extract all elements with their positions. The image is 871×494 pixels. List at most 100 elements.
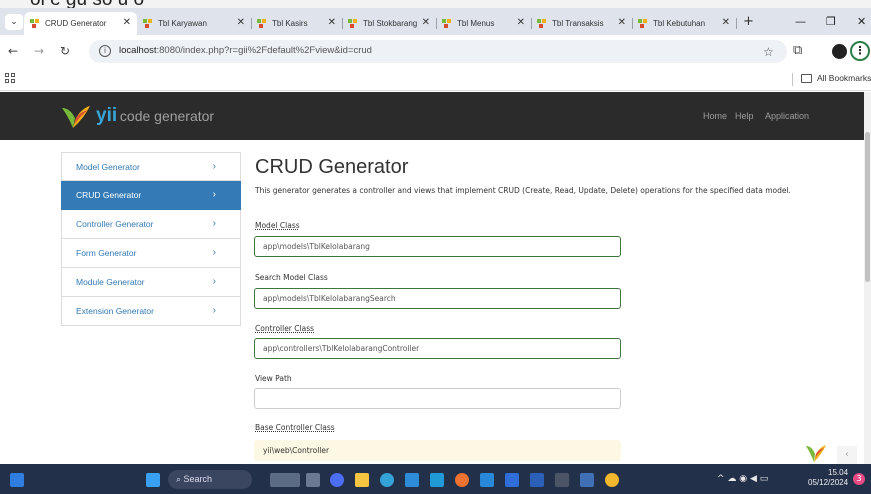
extensions-icon[interactable]: ⧉ (793, 43, 802, 58)
edge-icon[interactable] (380, 473, 394, 487)
nav-application[interactable]: Application (765, 111, 809, 121)
search-model-class-label: Search Model Class (255, 273, 328, 282)
store-icon[interactable] (405, 473, 419, 487)
yii-favicon-icon (442, 18, 452, 29)
tab-label: Tbl Menus (457, 19, 495, 28)
tab-label: Tbl Karyawan (158, 19, 207, 28)
forward-arrow-icon[interactable]: → (34, 45, 44, 57)
meet-icon[interactable] (330, 473, 344, 487)
notes-icon[interactable] (505, 473, 519, 487)
sidebar-item-crud-generator[interactable]: CRUD Generator › (61, 181, 241, 210)
minimize-button[interactable]: — (795, 14, 806, 30)
tab-separator (736, 18, 737, 29)
tab-tbl-kebutuhan[interactable]: Tbl Kebutuhan ✕ (632, 12, 737, 35)
vscode-icon[interactable] (580, 473, 594, 487)
file-explorer-icon[interactable] (355, 473, 369, 487)
close-window-button[interactable]: ✕ (857, 14, 866, 30)
restore-button[interactable]: ❐ (826, 14, 836, 30)
collapse-toolbar-icon[interactable]: ‹ (837, 446, 857, 464)
close-tab-icon[interactable]: ✕ (422, 17, 430, 28)
folder-icon[interactable] (801, 74, 812, 83)
chevron-right-icon: › (212, 218, 216, 229)
all-bookmarks-link[interactable]: All Bookmarks (817, 73, 871, 83)
tab-label: Tbl Transaksis (552, 19, 604, 28)
base-controller-class-input[interactable]: yii\web\Controller (254, 440, 621, 461)
tab-label: Tbl Kebutuhan (653, 19, 706, 28)
task-view-icon[interactable] (306, 473, 320, 487)
chevron-right-icon: › (212, 247, 216, 258)
close-tab-icon[interactable]: ✕ (123, 17, 131, 28)
close-tab-icon[interactable]: ✕ (237, 17, 245, 28)
tab-label: Tbl Kasirs (272, 19, 308, 28)
tab-label: CRUD Generator (45, 19, 107, 28)
page-viewport: yii code generator Home Help Application… (0, 92, 864, 464)
notification-badge[interactable]: 3 (853, 473, 865, 485)
view-path-input[interactable] (254, 388, 621, 409)
brand-title[interactable]: yii code generator (96, 105, 214, 127)
sidebar-item-controller-generator[interactable]: Controller Generator › (61, 210, 241, 239)
terminal-icon[interactable] (555, 473, 569, 487)
tab-search-chevron-icon[interactable]: ⌄ (5, 14, 23, 30)
yii-favicon-icon (30, 18, 40, 29)
firefox-icon[interactable] (455, 473, 469, 487)
new-tab-button[interactable]: + (743, 14, 754, 30)
reload-icon[interactable]: ↻ (60, 45, 70, 57)
windows-start-icon[interactable] (146, 473, 160, 487)
scrollbar-thumb[interactable] (865, 132, 870, 282)
page-title: CRUD Generator (255, 156, 409, 178)
search-model-class-input[interactable]: app\models\TblKelolabarangSearch (254, 288, 621, 309)
yii-logo-icon[interactable] (60, 104, 92, 130)
yii-favicon-icon (257, 18, 267, 29)
close-tab-icon[interactable]: ✕ (328, 17, 336, 28)
controller-class-input[interactable]: app\controllers\TblKelolabarangControlle… (254, 338, 621, 359)
page-description: This generator generates a controller an… (255, 186, 791, 195)
profile-avatar[interactable] (832, 44, 847, 59)
back-arrow-icon[interactable]: ← (8, 45, 18, 57)
view-path-label: View Path (255, 374, 292, 383)
chevron-right-icon: › (212, 305, 216, 316)
yii-favicon-icon (638, 18, 648, 29)
bookmarks-bar: All Bookmarks (0, 68, 871, 91)
nav-help[interactable]: Help (735, 111, 754, 121)
sidebar-item-form-generator[interactable]: Form Generator › (61, 239, 241, 268)
address-bar[interactable]: i localhost:8080/index.php?r=gii%2Fdefau… (89, 40, 787, 63)
chevron-right-icon: › (212, 276, 216, 287)
sidebar-item-module-generator[interactable]: Module Generator › (61, 268, 241, 297)
tab-label: Tbl Stokbarang (363, 19, 418, 28)
tab-crud-generator[interactable]: CRUD Generator ✕ (24, 12, 137, 35)
sidebar-item-extension-generator[interactable]: Extension Generator › (61, 297, 241, 326)
chrome-icon[interactable] (605, 473, 619, 487)
tab-tbl-menus[interactable]: Tbl Menus ✕ (436, 12, 532, 35)
tab-tbl-transaksis[interactable]: Tbl Transaksis ✕ (531, 12, 633, 35)
model-class-input[interactable]: app\models\TblKelolabarang (254, 236, 621, 257)
yii-debug-toolbar-icon[interactable] (804, 442, 828, 464)
weather-icon[interactable] (270, 473, 300, 487)
mail-icon[interactable] (430, 473, 444, 487)
site-header: yii code generator Home Help Application (0, 92, 864, 140)
apps-grid-icon[interactable] (5, 73, 16, 84)
tab-tbl-kasirs[interactable]: Tbl Kasirs ✕ (251, 12, 343, 35)
close-tab-icon[interactable]: ✕ (517, 17, 525, 28)
close-tab-icon[interactable]: ✕ (618, 17, 626, 28)
tab-tbl-stokbarang[interactable]: Tbl Stokbarang ✕ (342, 12, 437, 35)
chevron-right-icon: › (212, 189, 216, 200)
generator-sidebar: Model Generator › CRUD Generator › Control… (61, 152, 241, 326)
browser-menu-icon[interactable]: ⋮ (850, 41, 870, 61)
url-text[interactable]: localhost:8080/index.php?r=gii%2Fdefault… (119, 45, 372, 56)
close-tab-icon[interactable]: ✕ (722, 17, 730, 28)
widgets-icon[interactable] (10, 473, 24, 487)
yii-favicon-icon (348, 18, 358, 29)
taskbar-clock[interactable]: 15.04 05/12/2024 (808, 468, 848, 488)
taskbar-search[interactable]: ⌕ Search (168, 470, 252, 489)
sidebar-item-model-generator[interactable]: Model Generator › (61, 152, 241, 181)
bookmark-star-icon[interactable]: ☆ (763, 45, 774, 59)
word-icon[interactable] (530, 473, 544, 487)
base-controller-class-label: Base Controller Class (255, 423, 335, 432)
system-tray-icons[interactable]: ^ ☁ ◉ ◀ ▭ (717, 474, 768, 484)
photos-icon[interactable] (480, 473, 494, 487)
tab-tbl-karyawan[interactable]: Tbl Karyawan ✕ (137, 12, 252, 35)
site-info-icon[interactable]: i (99, 45, 111, 57)
nav-home[interactable]: Home (703, 111, 727, 121)
page-scrollbar[interactable] (864, 92, 871, 464)
controller-class-label: Controller Class (255, 324, 315, 333)
